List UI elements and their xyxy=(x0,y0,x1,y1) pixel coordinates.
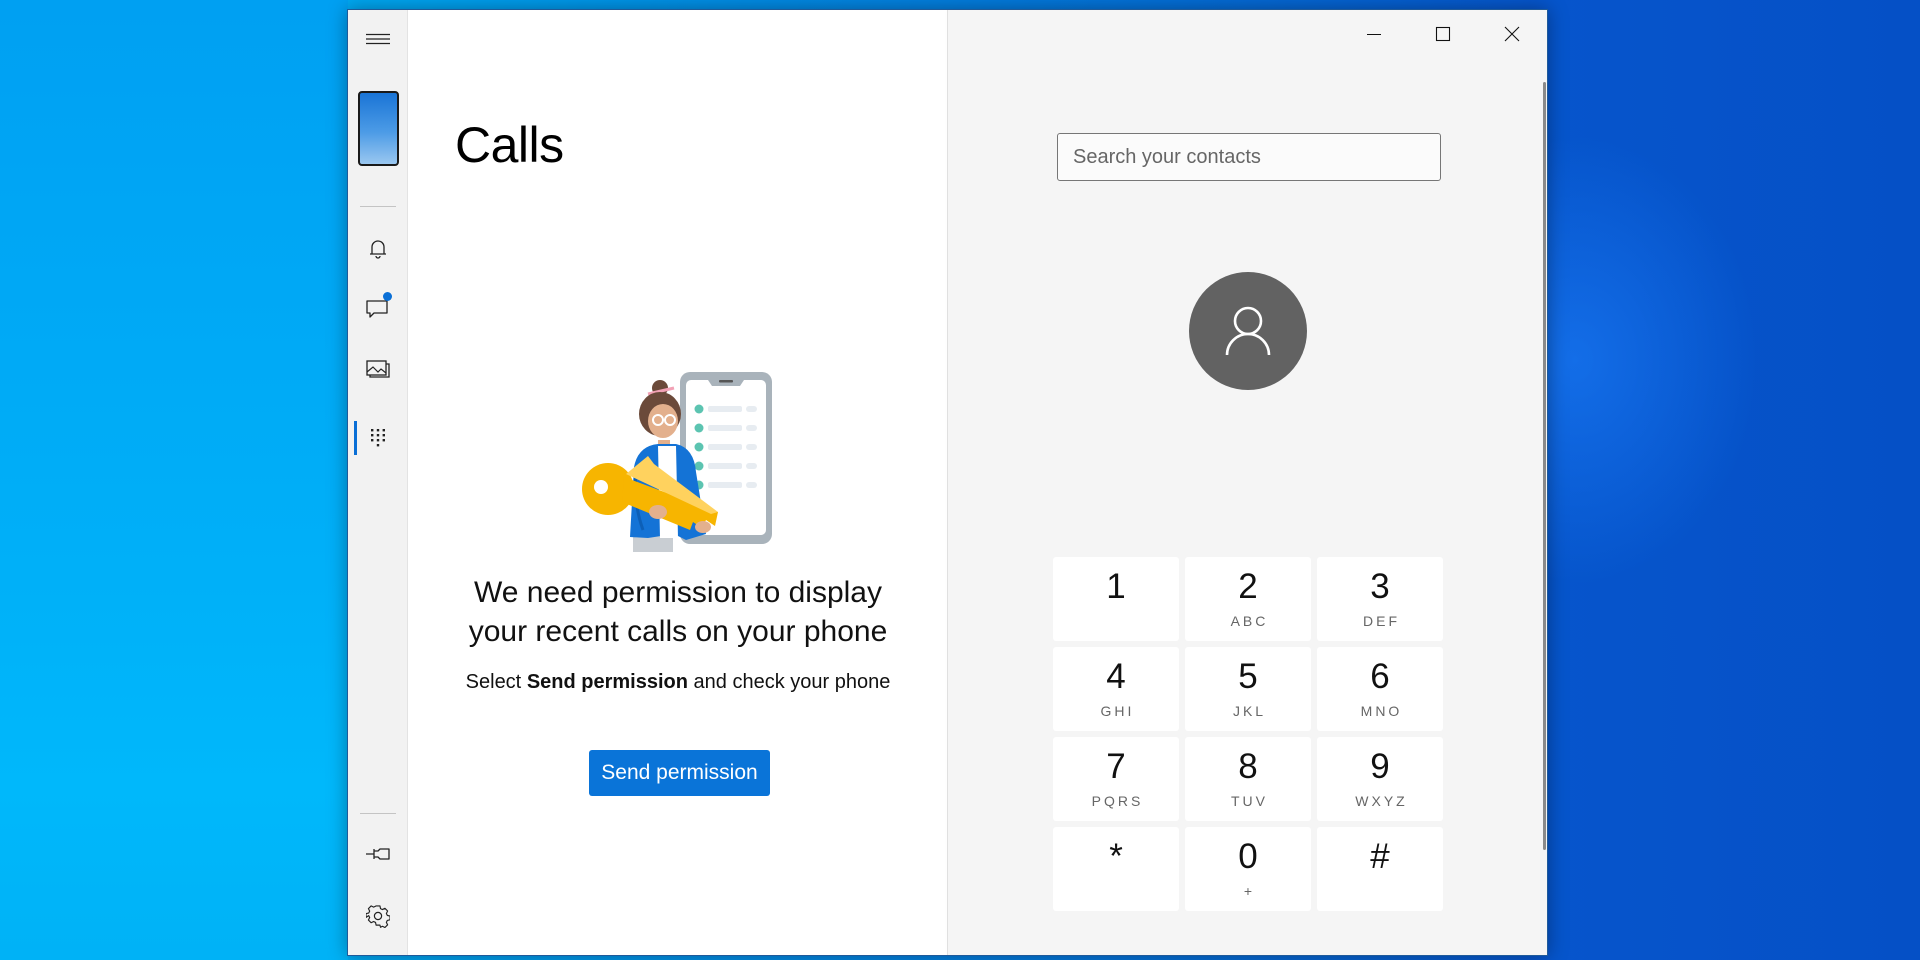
permission-heading-line1: We need permission to display xyxy=(474,576,882,609)
key-digit: 4 xyxy=(1106,657,1126,696)
contact-search-input[interactable] xyxy=(1057,133,1441,181)
permission-instructions: Select Send permission and check your ph… xyxy=(408,671,948,694)
key-hash[interactable]: # xyxy=(1317,827,1443,911)
pin-icon xyxy=(366,848,390,860)
gear-icon xyxy=(366,905,390,928)
key-letters: MNO xyxy=(1360,703,1403,719)
key-8[interactable]: 8 TUV xyxy=(1185,737,1311,821)
minimize-button[interactable] xyxy=(1339,10,1408,58)
desktop-background xyxy=(0,0,348,960)
key-letters: GHI xyxy=(1100,703,1135,719)
sidebar-item-messages[interactable] xyxy=(348,284,408,332)
key-7[interactable]: 7 PQRS xyxy=(1053,737,1179,821)
key-digit: 5 xyxy=(1238,657,1258,696)
key-letters: DEF xyxy=(1363,613,1400,629)
key-9[interactable]: 9 WXYZ xyxy=(1317,737,1443,821)
key-digit: 9 xyxy=(1370,747,1390,786)
key-digit: 0 xyxy=(1238,837,1258,876)
key-digit: * xyxy=(1109,837,1123,876)
sidebar-item-photos[interactable] xyxy=(348,345,408,393)
instructions-bold: Send permission xyxy=(526,671,688,693)
pin-button[interactable] xyxy=(348,830,408,878)
permission-heading: We need permission to display your recen… xyxy=(408,573,948,651)
key-digit: 2 xyxy=(1238,567,1258,606)
instructions-prefix: Select xyxy=(465,671,527,693)
sidebar-separator xyxy=(360,206,396,207)
key-letters: WXYZ xyxy=(1355,793,1408,809)
key-letters: PQRS xyxy=(1091,793,1144,809)
vertical-scrollbar[interactable] xyxy=(1543,82,1546,850)
send-permission-button[interactable]: Send permission xyxy=(589,750,770,796)
instructions-suffix: and check your phone xyxy=(687,671,891,693)
dialpad-icon xyxy=(371,429,385,447)
close-icon xyxy=(1504,26,1519,42)
hamburger-menu-icon xyxy=(366,33,390,45)
close-button[interactable] xyxy=(1477,10,1546,58)
hamburger-menu-button[interactable] xyxy=(348,15,408,63)
minimize-icon xyxy=(1366,34,1381,35)
key-5[interactable]: 5 JKL xyxy=(1185,647,1311,731)
permission-illustration xyxy=(582,372,772,552)
key-3[interactable]: 3 DEF xyxy=(1317,557,1443,641)
dialer-pane: 1 2 ABC 3 DEF 4 GHI 5 JKL 6 MNO 7 PQRS 8 TUV 9 W… xyxy=(948,10,1547,955)
key-letters: JKL xyxy=(1232,703,1267,719)
key-digit: 7 xyxy=(1106,747,1126,786)
page-title: Calls xyxy=(455,117,564,173)
dial-keypad: 1 2 ABC 3 DEF 4 GHI 5 JKL 6 MNO 7 PQRS 8 TUV 9 W… xyxy=(1053,557,1443,911)
key-2[interactable]: 2 ABC xyxy=(1185,557,1311,641)
key-digit: 1 xyxy=(1106,567,1126,606)
key-digit: 6 xyxy=(1370,657,1390,696)
key-letters: TUV xyxy=(1231,793,1268,809)
key-star[interactable]: * xyxy=(1053,827,1179,911)
contact-avatar xyxy=(1189,272,1307,390)
sidebar-separator-bottom xyxy=(360,813,396,814)
key-4[interactable]: 4 GHI xyxy=(1053,647,1179,731)
key-digit: 8 xyxy=(1238,747,1258,786)
phone-link-window: Calls We need permission to display your… xyxy=(347,9,1548,956)
key-digit: # xyxy=(1370,837,1390,876)
sidebar-item-calls[interactable] xyxy=(348,414,408,462)
settings-button[interactable] xyxy=(348,892,408,940)
key-letters: ABC xyxy=(1230,613,1269,629)
maximize-icon xyxy=(1435,26,1450,42)
person-icon xyxy=(1225,306,1271,356)
calls-pane: Calls We need permission to display your… xyxy=(408,10,948,955)
photos-icon xyxy=(366,360,390,378)
phone-thumbnail[interactable] xyxy=(358,91,399,166)
sidebar xyxy=(348,10,408,955)
key-6[interactable]: 6 MNO xyxy=(1317,647,1443,731)
permission-heading-line2: your recent calls on your phone xyxy=(468,615,888,648)
key-letters: + xyxy=(1243,883,1256,899)
bell-icon xyxy=(370,240,386,259)
key-1[interactable]: 1 xyxy=(1053,557,1179,641)
unread-badge-dot xyxy=(383,292,392,301)
sidebar-item-notifications[interactable] xyxy=(348,225,408,273)
key-digit: 3 xyxy=(1370,567,1390,606)
maximize-button[interactable] xyxy=(1408,10,1477,58)
key-0[interactable]: 0 + xyxy=(1185,827,1311,911)
